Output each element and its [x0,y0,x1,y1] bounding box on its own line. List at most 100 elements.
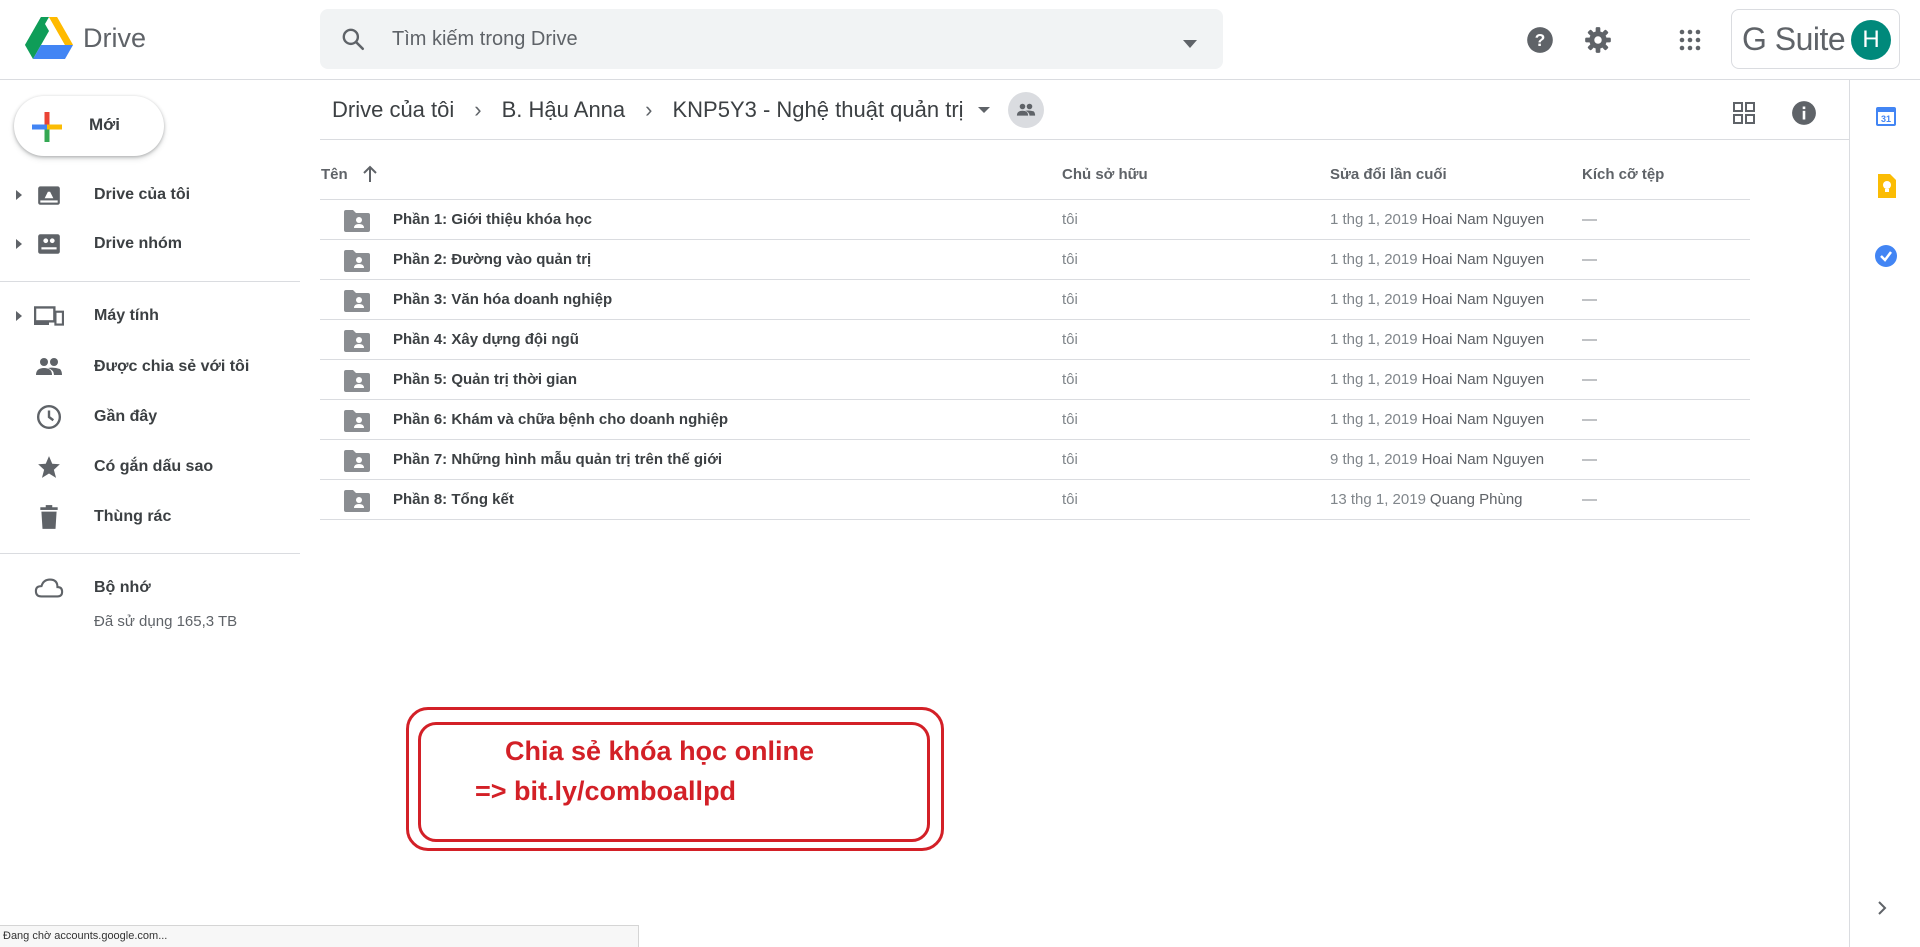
sidebar-item-label: Có gắn dấu sao [94,458,214,475]
keep-icon[interactable] [1870,170,1902,202]
storage-usage-text: Đã sử dụng 165,3 TB [94,613,238,630]
table-row[interactable]: Phần 6: Khám và chữa bệnh cho doanh nghi… [320,400,1750,440]
file-name[interactable]: Phần 5: Quản trị thời gian [393,371,577,388]
promo-text-line-1: Chia sẻ khóa học online [505,736,815,766]
expand-arrow-icon[interactable] [16,239,22,249]
new-button-label: Mới [89,115,120,134]
search-input[interactable] [390,9,1110,69]
sidebar-item-trash[interactable]: Thùng rác [0,495,300,539]
sidebar-item-my-drive[interactable]: Drive của tôi [0,173,300,217]
sidebar-item-recent[interactable]: Gần đây [0,395,300,439]
column-header-size[interactable]: Kích cỡ tệp [1582,166,1664,183]
file-name[interactable]: Phần 3: Văn hóa doanh nghiệp [393,291,612,308]
shared-folder-icon [344,330,370,356]
modified-by: Hoai Nam Nguyen [1421,331,1545,348]
sidebar-item-label: Được chia sẻ với tôi [94,358,250,375]
table-row[interactable]: Phần 4: Xây dựng đội ngũ tôi 1 thg 1, 2019… [320,320,1750,360]
account-switcher[interactable]: G Suite H [1731,9,1900,69]
modified-date: 1 thg 1, 2019 [1330,291,1418,308]
file-owner: tôi [1062,491,1078,508]
search-icon[interactable] [340,26,366,57]
my-drive-icon [34,180,64,210]
sidebar-item-label: Thùng rác [94,508,172,525]
cloud-icon [34,573,64,603]
file-modified: 13 thg 1, 2019 Quang Phùng [1330,491,1523,508]
table-row[interactable]: Phần 3: Văn hóa doanh nghiệp tôi 1 thg 1, … [320,280,1750,320]
sidebar-item-computers[interactable]: Máy tính [0,294,300,338]
sidebar-item-storage[interactable]: Bộ nhớ [0,566,300,610]
file-owner: tôi [1062,411,1078,428]
expand-arrow-icon[interactable] [16,190,22,200]
apps-grid-icon[interactable] [1672,22,1708,58]
modified-date: 1 thg 1, 2019 [1330,251,1418,268]
file-owner: tôi [1062,291,1078,308]
file-list-header: Tên Chủ sở hữu Sửa đổi lần cuối Kích cỡ … [320,160,1750,200]
shared-drives-icon [34,229,64,259]
modified-date: 1 thg 1, 2019 [1330,371,1418,388]
file-size: — [1582,291,1597,308]
shared-folder-icon [344,410,370,436]
file-modified: 1 thg 1, 2019 Hoai Nam Nguyen [1330,331,1544,348]
chevron-right-icon[interactable] [1876,900,1888,921]
file-name[interactable]: Phần 8: Tổng kết [393,491,514,508]
table-row[interactable]: Phần 8: Tổng kết tôi 13 thg 1, 2019 Quang P… [320,480,1750,520]
modified-by: Hoai Nam Nguyen [1421,451,1545,468]
file-name[interactable]: Phần 4: Xây dựng đội ngũ [393,331,579,348]
modified-by: Hoai Nam Nguyen [1421,371,1545,388]
table-row[interactable]: Phần 1: Giới thiệu khóa học tôi 1 thg 1, 2… [320,200,1750,240]
file-name[interactable]: Phần 7: Những hình mẫu quản trị trên thế… [393,451,722,468]
sidebar-item-label: Gần đây [94,408,158,425]
starred-icon [34,452,64,482]
file-owner: tôi [1062,451,1078,468]
column-header-modified[interactable]: Sửa đổi lần cuối [1330,166,1447,183]
folder-menu-dropdown-icon[interactable] [977,107,990,113]
app-name: Drive [83,22,147,53]
grid-view-icon[interactable] [1726,95,1762,131]
file-name[interactable]: Phần 6: Khám và chữa bệnh cho doanh nghi… [393,411,728,428]
help-icon[interactable]: ? [1522,22,1558,58]
shared-with-me-icon [34,352,64,382]
avatar[interactable]: H [1851,20,1891,60]
table-row[interactable]: Phần 5: Quản trị thời gian tôi 1 thg 1, 20… [320,360,1750,400]
file-name[interactable]: Phần 2: Đường vào quản trị [393,251,591,268]
file-modified: 1 thg 1, 2019 Hoai Nam Nguyen [1330,291,1544,308]
sidebar-item-shared-with-me[interactable]: Được chia sẻ với tôi [0,345,300,389]
toolbar-divider [320,139,1850,140]
expand-arrow-icon[interactable] [16,311,22,321]
shared-folder-icon [344,210,370,236]
file-modified: 1 thg 1, 2019 Hoai Nam Nguyen [1330,251,1544,268]
column-header-owner[interactable]: Chủ sở hữu [1062,166,1148,183]
sidebar-item-shared-drives[interactable]: Drive nhóm [0,222,300,266]
sidebar-divider [0,281,300,282]
shared-folder-icon [344,370,370,396]
table-row[interactable]: Phần 2: Đường vào quản trị tôi 1 thg 1, 20… [320,240,1750,280]
file-name[interactable]: Phần 1: Giới thiệu khóa học [393,211,592,228]
table-row[interactable]: Phần 7: Những hình mẫu quản trị trên thế… [320,440,1750,480]
new-button[interactable]: Mới [14,96,164,156]
top-bar: Drive ? G Sui [0,0,1920,80]
breadcrumb-item[interactable]: B. Hậu Anna [502,97,626,123]
sort-ascending-icon[interactable] [362,165,378,187]
file-owner: tôi [1062,331,1078,348]
modified-by: Hoai Nam Nguyen [1421,211,1545,228]
column-header-name[interactable]: Tên [321,166,348,183]
search-bar[interactable] [320,9,1223,69]
shared-folder-icon[interactable] [1007,92,1044,128]
file-size: — [1582,451,1597,468]
sidebar-item-label: Bộ nhớ [94,579,151,596]
file-size: — [1582,331,1597,348]
chevron-right-icon: › [645,97,653,122]
calendar-icon[interactable]: 31 [1870,100,1902,132]
tasks-icon[interactable] [1870,240,1902,272]
sidebar-item-starred[interactable]: Có gắn dấu sao [0,445,300,489]
sidebar-item-label: Drive của tôi [94,186,191,203]
breadcrumb-current-folder[interactable]: KNP5Y3 - Nghệ thuật quản trị [672,97,963,123]
info-icon[interactable] [1786,95,1822,131]
breadcrumb-item[interactable]: Drive của tôi [332,97,454,123]
file-modified: 9 thg 1, 2019 Hoai Nam Nguyen [1330,451,1544,468]
settings-gear-icon[interactable] [1580,22,1616,58]
svg-text:31: 31 [1881,114,1891,124]
modified-date: 13 thg 1, 2019 [1330,491,1426,508]
search-options-icon[interactable] [1183,35,1197,53]
drive-logo[interactable]: Drive [25,17,146,59]
